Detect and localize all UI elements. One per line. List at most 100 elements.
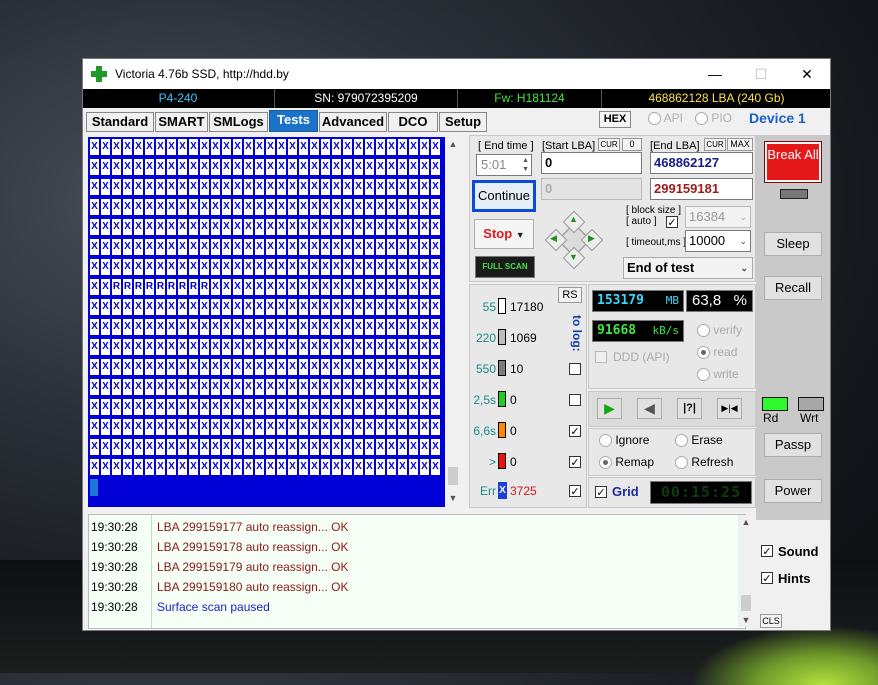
- grid-scroll-thumb[interactable]: [448, 467, 458, 485]
- stop-button[interactable]: Stop ▼: [474, 219, 534, 249]
- hints-checkbox[interactable]: ✓: [761, 572, 773, 585]
- end-lba-field[interactable]: 468862127: [650, 152, 753, 174]
- ignore-radio[interactable]: Ignore: [599, 433, 649, 448]
- break-all-button[interactable]: Break All: [764, 141, 822, 183]
- log-toggle-checkbox[interactable]: [569, 394, 581, 406]
- scan-block: X: [101, 459, 110, 475]
- pad-right-icon[interactable]: ▶: [588, 233, 595, 244]
- scan-block: X: [321, 339, 330, 355]
- device-label[interactable]: Device 1: [749, 110, 806, 126]
- full-scan-button[interactable]: FULL SCAN: [475, 256, 535, 278]
- scan-block: X: [255, 159, 264, 175]
- scan-block: X: [365, 379, 374, 395]
- log-scrollbar[interactable]: ▲ ▼: [738, 515, 754, 627]
- power-button[interactable]: Power: [764, 479, 822, 503]
- scan-block: X: [189, 459, 198, 475]
- start-cur-button[interactable]: CUR: [598, 138, 620, 151]
- end-max-button[interactable]: MAX: [727, 138, 753, 151]
- scan-block: X: [299, 179, 308, 195]
- end-time-spinner-icon[interactable]: ▲ ▼: [522, 156, 529, 174]
- start-zero-button[interactable]: 0: [622, 138, 642, 151]
- log-toggle-checkbox[interactable]: ✓: [569, 456, 581, 469]
- log-scroll-down-icon[interactable]: ▼: [738, 613, 754, 627]
- log-scroll-thumb[interactable]: [741, 595, 751, 611]
- scan-block: X: [189, 399, 198, 415]
- pad-down-icon[interactable]: ▼: [569, 252, 578, 262]
- refresh-radio[interactable]: Refresh: [675, 455, 733, 470]
- scan-block: X: [200, 179, 209, 195]
- scan-block: X: [112, 339, 121, 355]
- pad-left-icon[interactable]: ◀: [550, 233, 557, 244]
- grid-scroll-down-icon[interactable]: ▼: [445, 491, 461, 505]
- log-toggle-checkbox[interactable]: ✓: [569, 425, 581, 438]
- log-scroll-up-icon[interactable]: ▲: [738, 515, 754, 529]
- sound-checkbox[interactable]: ✓: [761, 545, 773, 558]
- scan-block: X: [189, 319, 198, 335]
- scan-block: X: [178, 179, 187, 195]
- scan-block: X: [233, 359, 242, 375]
- close-button[interactable]: ✕: [784, 59, 830, 89]
- end-cur-button[interactable]: CUR: [704, 138, 726, 151]
- scan-block: X: [387, 459, 396, 475]
- grid-scrollbar[interactable]: ▲ ▼: [445, 137, 461, 507]
- tab-smart[interactable]: SMART: [155, 112, 208, 132]
- tab-smlogs[interactable]: SMLogs: [209, 112, 268, 132]
- scan-block: X: [343, 419, 352, 435]
- tab-dco[interactable]: DCO: [388, 112, 438, 132]
- play-button[interactable]: ▶: [597, 398, 622, 419]
- block-auto-checkbox[interactable]: ✓: [666, 216, 678, 229]
- scan-block: X: [244, 379, 253, 395]
- scan-block: X: [211, 339, 220, 355]
- skip-button[interactable]: |?|: [677, 398, 702, 419]
- continue-button[interactable]: Continue: [472, 180, 536, 212]
- scan-block: X: [431, 299, 440, 315]
- title-bar: Victoria 4.76b SSD, http://hdd.by — ☐ ✕: [83, 59, 830, 89]
- minimize-button[interactable]: —: [692, 59, 738, 89]
- log-row: 19:30:28 LBA 299159178 auto reassign... O…: [89, 537, 729, 557]
- scan-block: X: [255, 459, 264, 475]
- access-time-threshold: 220: [475, 331, 496, 345]
- scan-block: X: [266, 299, 275, 315]
- write-radio[interactable]: write: [697, 367, 739, 382]
- ddd-api-checkbox[interactable]: [595, 351, 607, 363]
- scan-block: X: [354, 319, 363, 335]
- end-button[interactable]: ▶|◀: [717, 398, 742, 419]
- erase-radio[interactable]: Erase: [675, 433, 723, 448]
- remap-radio[interactable]: Remap: [599, 455, 654, 470]
- end-time-field[interactable]: 5:01 ▲ ▼: [476, 154, 532, 176]
- passp-button[interactable]: Passp: [764, 433, 822, 457]
- hex-button[interactable]: HEX: [599, 111, 631, 128]
- direction-pad[interactable]: ▲ ◀ ▶ ▼: [544, 210, 604, 270]
- tab-setup[interactable]: Setup: [439, 112, 487, 132]
- api-radio[interactable]: API: [648, 111, 683, 126]
- scan-block: X: [211, 359, 220, 375]
- scan-block: X: [266, 319, 275, 335]
- access-time-threshold: 6,6s: [473, 424, 496, 438]
- tab-standard[interactable]: Standard: [86, 112, 154, 132]
- end-action-select[interactable]: End of test ⌄: [623, 257, 753, 279]
- sleep-button[interactable]: Sleep: [764, 232, 822, 256]
- start-lba-field[interactable]: 0: [541, 152, 642, 174]
- read-radio[interactable]: read: [697, 345, 737, 360]
- verify-radio[interactable]: verify: [697, 323, 742, 338]
- maximize-button[interactable]: ☐: [738, 59, 784, 89]
- block-size-select[interactable]: 16384 ⌄: [685, 206, 751, 228]
- tab-tests[interactable]: Tests: [269, 110, 318, 132]
- scan-block: X: [255, 399, 264, 415]
- scan-block: X: [134, 259, 143, 275]
- cls-button[interactable]: CLS: [760, 614, 782, 628]
- scan-block: X: [376, 279, 385, 295]
- recall-button[interactable]: Recall: [764, 276, 822, 300]
- rewind-button[interactable]: ◀: [637, 398, 662, 419]
- scan-block: X: [178, 319, 187, 335]
- err-log-checkbox[interactable]: ✓: [569, 485, 581, 498]
- tab-advanced[interactable]: Advanced: [319, 112, 387, 132]
- pad-up-icon[interactable]: ▲: [569, 214, 578, 224]
- scan-block: X: [354, 379, 363, 395]
- rs-button[interactable]: RS: [558, 287, 582, 303]
- grid-checkbox[interactable]: ✓: [595, 486, 607, 499]
- grid-scroll-up-icon[interactable]: ▲: [445, 137, 461, 151]
- log-toggle-checkbox[interactable]: [569, 363, 581, 375]
- timeout-select[interactable]: 10000 ⌄: [685, 230, 751, 252]
- pio-radio[interactable]: PIO: [695, 111, 732, 126]
